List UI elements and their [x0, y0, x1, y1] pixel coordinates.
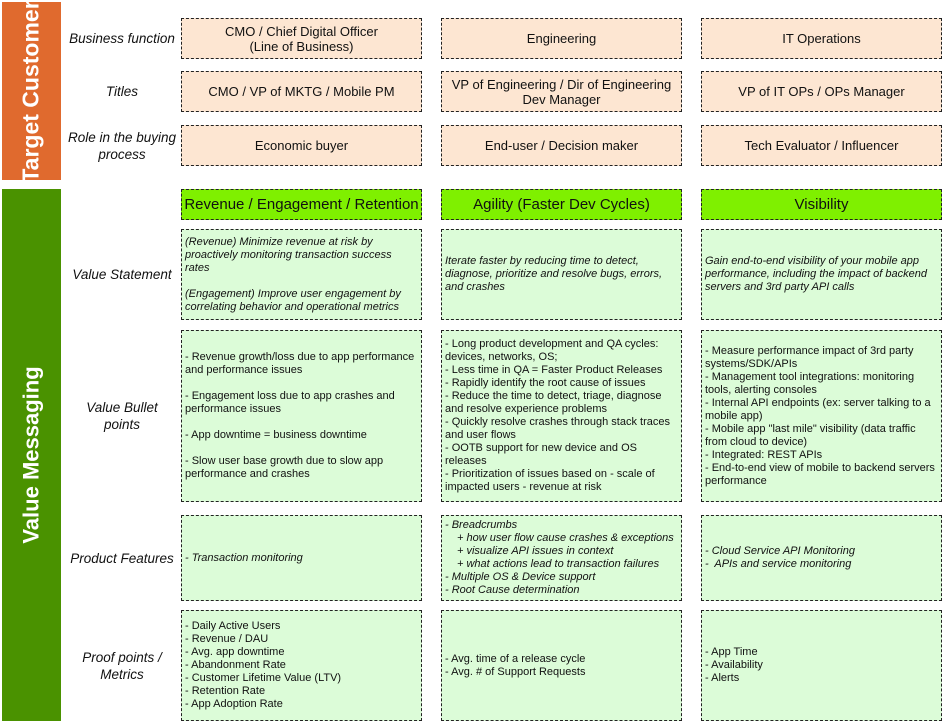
feature-subitem: + how user flow cause crashes & exceptio…	[457, 532, 674, 544]
proof-item: - Retention Rate	[185, 685, 266, 697]
value-messaging-band: Value Messaging	[2, 189, 61, 721]
proof-item: - Alerts	[705, 672, 740, 684]
row-label-titles: Titles	[105, 84, 139, 99]
row-label-product-features: Product Features	[70, 550, 174, 566]
value-statement-box: (Revenue) Minimize revenue at risk by pr…	[181, 229, 422, 320]
box-line: IT Operations	[782, 31, 861, 46]
role-box: Tech Evaluator / Influencer	[701, 125, 942, 166]
box-line: CMO / VP of MKTG / Mobile PM	[208, 84, 395, 99]
proof-item: - Avg. time of a release cycle	[445, 652, 586, 665]
value-statement-text: Gain end-to-end visibility of your mobil…	[705, 255, 927, 293]
target-customer-label: Target Customer	[18, 0, 45, 183]
title-box: VP of Engineering / Dir of Engineering D…	[441, 71, 682, 112]
proof-item: - Avg. # of Support Requests	[445, 665, 586, 678]
role-box: End-user / Decision maker	[441, 125, 682, 166]
business-function-box: IT Operations	[701, 18, 942, 59]
bullet-item: - Long product development and QA cycles…	[445, 338, 659, 363]
theme-header: Agility (Faster Dev Cycles)	[441, 189, 682, 220]
feature-subitem: + visualize API issues in context	[457, 545, 614, 557]
bullet-item: - OOTB support for new device and OS rel…	[445, 442, 637, 467]
proof-item: - Daily Active Users	[185, 620, 281, 632]
theme-label: Agility (Faster Dev Cycles)	[473, 196, 650, 213]
feature-item: - Transaction monitoring	[185, 551, 303, 564]
bullet-item: - Mobile app "last mile" visibility (dat…	[705, 422, 916, 448]
proof-item: - Abandonment Rate	[185, 659, 286, 671]
value-statement-box: Iterate faster by reducing time to detec…	[441, 229, 682, 320]
row-label-proof-points: Proof points / Metrics	[82, 649, 162, 682]
product-features-box: - Cloud Service API Monitoring - APIs an…	[701, 515, 942, 601]
proof-item: - Revenue / DAU	[185, 633, 269, 645]
proof-item: - App Adoption Rate	[185, 698, 283, 710]
feature-item: - Breadcrumbs	[445, 519, 518, 531]
row-label-business-function: Business function	[69, 31, 175, 46]
box-line: VP of Engineering / Dir of Engineering	[451, 76, 672, 92]
box-line: Dev Manager	[522, 91, 601, 107]
box-line: (Line of Business)	[249, 38, 354, 54]
box-line: Engineering	[526, 31, 597, 46]
proof-item: - Availability	[705, 659, 763, 671]
bullet-item: - Revenue growth/loss due to app perform…	[185, 351, 415, 376]
box-line: End-user / Decision maker	[484, 138, 639, 153]
bullet-item: - Rapidly identify the root cause of iss…	[445, 377, 646, 389]
proof-item: - Customer Lifetime Value (LTV)	[185, 672, 342, 684]
feature-subitem: + what actions lead to transaction failu…	[457, 558, 660, 570]
proof-points-box: - App Time - Availability - Alerts	[701, 610, 942, 721]
theme-label: Visibility	[794, 196, 849, 213]
value-bullets-box: - Measure performance impact of 3rd part…	[701, 330, 942, 502]
theme-header: Revenue / Engagement / Retention	[181, 189, 422, 220]
box-line: Tech Evaluator / Influencer	[744, 138, 899, 153]
product-features-box: - Breadcrumbs + how user flow cause cras…	[441, 515, 682, 601]
title-box: VP of IT OPs / OPs Manager	[701, 71, 942, 112]
bullet-item: - Management tool integrations: monitori…	[705, 370, 915, 396]
business-function-box: Engineering	[441, 18, 682, 59]
value-statement-text: (Engagement) Improve user engagement by …	[185, 287, 401, 313]
theme-label: Revenue / Engagement / Retention	[184, 196, 419, 213]
business-function-box: CMO / Chief Digital Officer (Line of Bus…	[181, 18, 422, 59]
bullet-item: - Reduce the time to detect, triage, dia…	[445, 390, 662, 415]
bullet-item: - Measure performance impact of 3rd part…	[705, 344, 914, 370]
value-messaging-label: Value Messaging	[18, 366, 44, 544]
bullet-item: - Slow user base growth due to slow app …	[185, 455, 384, 480]
proof-points-box: - Avg. time of a release cycle - Avg. # …	[441, 610, 682, 721]
bullet-item: - Integrated: REST APIs	[705, 448, 823, 461]
value-bullets-box: - Revenue growth/loss due to app perform…	[181, 330, 422, 502]
bullet-item: - Engagement loss due to app crashes and…	[185, 390, 395, 415]
product-features-box: - Transaction monitoring	[181, 515, 422, 601]
row-label-value-statement: Value Statement	[72, 267, 172, 282]
feature-item: - Root Cause determination	[445, 584, 580, 596]
feature-item: - Cloud Service API Monitoring	[705, 545, 855, 557]
bullet-item: - Prioritization of issues based on - sc…	[445, 468, 655, 493]
target-customer-band: Target Customer	[2, 0, 61, 183]
bullet-item: - App downtime = business downtime	[185, 429, 367, 441]
theme-header: Visibility	[701, 189, 942, 220]
proof-points-box: - Daily Active Users - Revenue / DAU - A…	[181, 610, 422, 721]
title-box: CMO / VP of MKTG / Mobile PM	[181, 71, 422, 112]
role-box: Economic buyer	[181, 125, 422, 166]
feature-item: - Multiple OS & Device support	[445, 571, 596, 583]
proof-item: - App Time	[705, 646, 758, 658]
bullet-item: - End-to-end view of mobile to backend s…	[705, 461, 935, 487]
bullet-item: - Quickly resolve crashes through stack …	[445, 416, 670, 441]
row-label-role: Role in the buying process	[67, 129, 177, 162]
box-line: VP of IT OPs / OPs Manager	[738, 84, 905, 99]
bullet-item: - Internal API endpoints (ex: server tal…	[705, 396, 931, 422]
box-line: CMO / Chief Digital Officer	[225, 23, 378, 39]
proof-item: - Avg. app downtime	[185, 646, 285, 658]
row-label-value-bullets: Value Bullet points	[86, 400, 158, 432]
value-bullets-box: - Long product development and QA cycles…	[441, 330, 682, 502]
value-statement-box: Gain end-to-end visibility of your mobil…	[701, 229, 942, 320]
value-statement-text: Iterate faster by reducing time to detec…	[445, 255, 663, 293]
feature-item: - APIs and service monitoring	[705, 558, 852, 570]
value-statement-text: (Revenue) Minimize revenue at risk by pr…	[185, 235, 392, 274]
box-line: Economic buyer	[254, 138, 349, 153]
bullet-item: - Less time in QA = Faster Product Relea…	[445, 364, 663, 376]
